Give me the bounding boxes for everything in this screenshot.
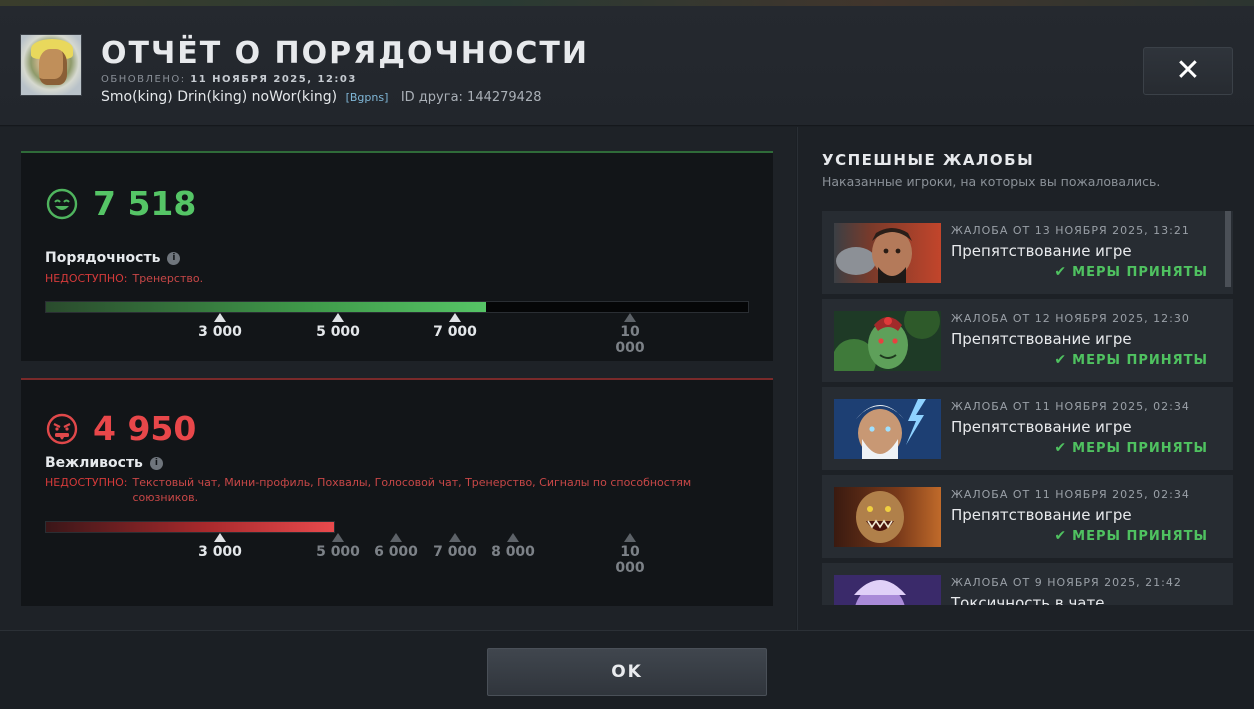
reports-title: УСПЕШНЫЕ ЖАЛОБЫ: [822, 151, 1035, 169]
conduct-score: 7 518: [45, 184, 196, 223]
check-icon: ✔: [1054, 264, 1068, 280]
behavior-label: Вежливость i: [45, 455, 163, 471]
report-reason: Препятствование игре: [951, 330, 1132, 348]
conduct-label: Порядочность i: [45, 250, 181, 266]
reports-section: УСПЕШНЫЕ ЖАЛОБЫ Наказанные игроки, на ко…: [797, 127, 1254, 630]
report-status: ✔ МЕРЫ ПРИНЯТЫ: [1054, 264, 1208, 280]
conduct-tick-5000: 5 000: [298, 313, 378, 340]
behavior-tick-10000: 10 000: [590, 533, 670, 576]
behavior-tick-8000: 8 000: [473, 533, 553, 560]
behavior-progress-fill: [46, 522, 334, 532]
report-item[interactable]: ЖАЛОБА ОТ 9 НОЯБРЯ 2025, 21:42 Токсичнос…: [822, 563, 1233, 605]
info-icon[interactable]: i: [167, 251, 181, 265]
report-status: ✔ МЕРЫ ПРИНЯТЫ: [1054, 440, 1208, 456]
behavior-label-text: Вежливость: [45, 455, 143, 471]
check-icon: ✔: [1054, 352, 1068, 368]
behavior-progress-bar: [45, 521, 335, 533]
updated-timestamp: ОБНОВЛЕНО: 11 НОЯБРЯ 2025, 12:03: [101, 74, 357, 85]
report-reason: Препятствование игре: [951, 242, 1132, 260]
close-icon: ✕: [1175, 53, 1201, 88]
conduct-unavailable: НЕДОСТУПНО: Тренерство.: [45, 271, 745, 286]
behavior-panel: 4 950 Вежливость i НЕДОСТУПНО: Текстовый …: [21, 378, 773, 606]
hero-portrait-void-spirit: [834, 575, 941, 605]
ok-button[interactable]: OK: [487, 648, 767, 696]
info-icon[interactable]: i: [149, 456, 163, 470]
hero-portrait-lifestealer: [834, 487, 941, 547]
report-date: ЖАЛОБА ОТ 9 НОЯБРЯ 2025, 21:42: [951, 576, 1182, 589]
check-icon: ✔: [1054, 440, 1068, 456]
unavailable-value: Тренерство.: [132, 272, 204, 285]
hero-portrait-zeus: [834, 399, 941, 459]
close-button[interactable]: ✕: [1143, 47, 1233, 95]
report-item[interactable]: ЖАЛОБА ОТ 13 НОЯБРЯ 2025, 13:21 Препятст…: [822, 211, 1233, 294]
conduct-tick-10000: 10 000: [590, 313, 670, 356]
report-reason: Препятствование игре: [951, 506, 1132, 524]
conduct-progress-fill: [46, 302, 487, 312]
report-reason: Препятствование игре: [951, 418, 1132, 436]
footer: OK: [0, 630, 1254, 709]
player-tag: [Bgpns]: [345, 91, 389, 104]
conduct-tick-3000: 3 000: [180, 313, 260, 340]
hero-portrait-medusa: [834, 311, 941, 371]
unavailable-key: НЕДОСТУПНО:: [45, 272, 128, 285]
angry-face-icon: [45, 412, 79, 446]
conduct-value: 7 518: [93, 184, 197, 223]
behavior-unavailable: НЕДОСТУПНО: Текстовый чат, Мини-профиль, …: [45, 475, 745, 505]
reports-subtitle: Наказанные игроки, на которых вы пожалов…: [822, 174, 1161, 189]
hero-portrait-axe: [834, 223, 941, 283]
page-title: ОТЧЁТ О ПОРЯДОЧНОСТИ: [101, 36, 589, 71]
report-date: ЖАЛОБА ОТ 11 НОЯБРЯ 2025, 02:34: [951, 400, 1190, 413]
report-date: ЖАЛОБА ОТ 12 НОЯБРЯ 2025, 12:30: [951, 312, 1190, 325]
report-status: ✔ МЕРЫ ПРИНЯТЫ: [1054, 528, 1208, 544]
report-reason: Токсичность в чате: [951, 594, 1105, 605]
behavior-tick-3000: 3 000: [180, 533, 260, 560]
report-date: ЖАЛОБА ОТ 11 НОЯБРЯ 2025, 02:34: [951, 488, 1190, 501]
conduct-panel: 7 518 Порядочность i НЕДОСТУПНО: Тренерст…: [21, 151, 773, 361]
behavior-value: 4 950: [93, 409, 197, 448]
player-name: Smo(king) Drin(king) noWor(king): [101, 89, 338, 105]
report-header: ОТЧЁТ О ПОРЯДОЧНОСТИ ОБНОВЛЕНО: 11 НОЯБР…: [0, 6, 1254, 126]
updated-label: ОБНОВЛЕНО:: [101, 74, 186, 85]
report-item[interactable]: ЖАЛОБА ОТ 11 НОЯБРЯ 2025, 02:34 Препятст…: [822, 475, 1233, 558]
check-icon: ✔: [1054, 528, 1068, 544]
report-item[interactable]: ЖАЛОБА ОТ 12 НОЯБРЯ 2025, 12:30 Препятст…: [822, 299, 1233, 382]
unavailable-key: НЕДОСТУПНО:: [45, 476, 128, 489]
scores-section: 7 518 Порядочность i НЕДОСТУПНО: Тренерст…: [0, 127, 796, 630]
unavailable-value: Текстовый чат, Мини-профиль, Похвалы, Го…: [132, 476, 692, 504]
reports-list[interactable]: ЖАЛОБА ОТ 13 НОЯБРЯ 2025, 13:21 Препятст…: [822, 211, 1233, 605]
report-item[interactable]: ЖАЛОБА ОТ 11 НОЯБРЯ 2025, 02:34 Препятст…: [822, 387, 1233, 470]
player-info: Smo(king) Drin(king) noWor(king) [Bgpns]…: [101, 89, 542, 105]
conduct-label-text: Порядочность: [45, 250, 161, 266]
report-status: ✔ МЕРЫ ПРИНЯТЫ: [1054, 352, 1208, 368]
report-date: ЖАЛОБА ОТ 13 НОЯБРЯ 2025, 13:21: [951, 224, 1190, 237]
avatar[interactable]: [20, 34, 82, 96]
behavior-score: 4 950: [45, 409, 196, 448]
friend-id: ID друга: 144279428: [400, 90, 542, 105]
reports-scrollbar[interactable]: [1225, 211, 1231, 287]
conduct-progress-bar: [45, 301, 749, 313]
smiley-face-icon: [45, 187, 79, 221]
updated-value: 11 НОЯБРЯ 2025, 12:03: [190, 74, 357, 85]
conduct-tick-7000: 7 000: [415, 313, 495, 340]
